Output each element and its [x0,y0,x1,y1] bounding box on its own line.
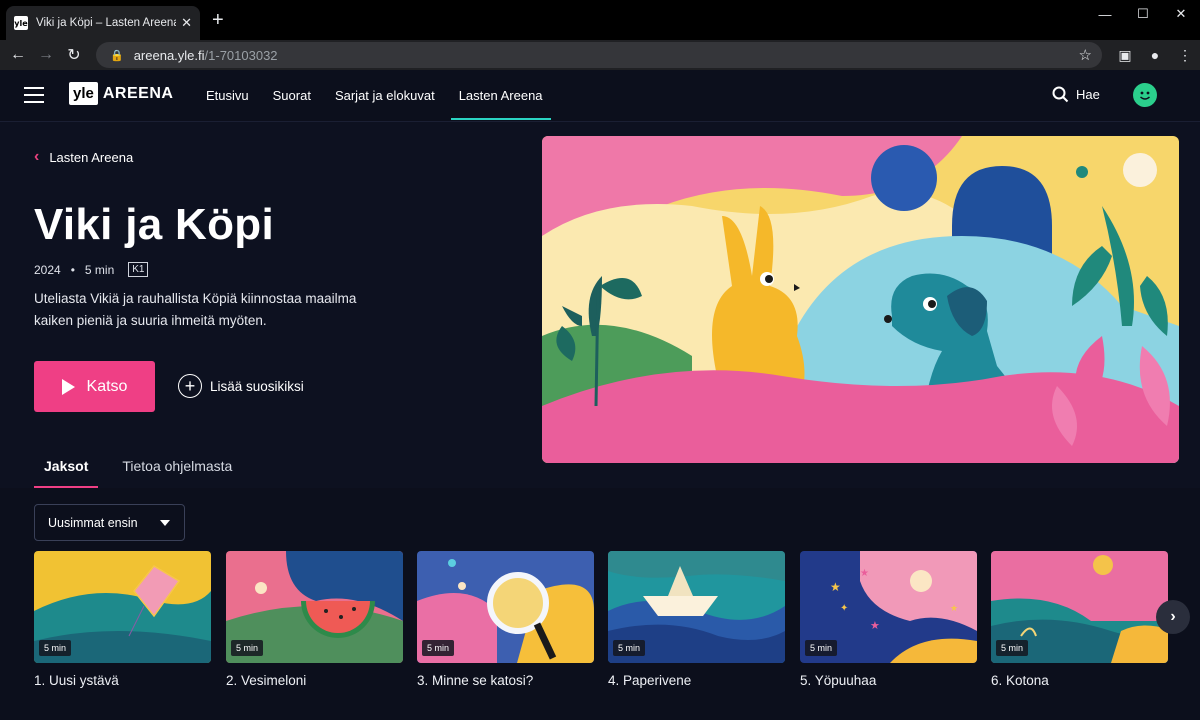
close-window-icon[interactable]: ✕ [1162,0,1200,28]
episode-title: 2. Vesimeloni [226,673,307,688]
browser-tab-bar: yle Viki ja Köpi – Lasten Areena – Yle ✕… [0,0,1200,40]
duration-badge: 5 min [422,640,455,656]
chevron-right-icon: › [1170,608,1176,625]
age-rating-badge: K1 [128,262,149,277]
main-nav: Etusivu Suorat Sarjat ja elokuvat Lasten… [206,70,567,122]
yle-favicon-icon: yle [14,16,28,30]
episode-thumbnail: 5 min [991,551,1168,663]
episode-card-4[interactable]: 5 min 4. Paperivene [608,551,785,688]
duration-badge: 5 min [805,640,838,656]
url-host: areena.yle.fi [133,47,205,63]
episode-card-3[interactable]: 5 min 3. Minne se katosi? [417,551,594,688]
svg-text:★: ★ [870,619,880,632]
nav-lasten-areena[interactable]: Lasten Areena [450,70,551,122]
episode-thumbnail: 5 min [226,551,403,663]
side-panel-icon[interactable]: ▣ [1110,47,1140,64]
duration-badge: 5 min [613,640,646,656]
search-icon [1052,86,1069,103]
add-favorite-button[interactable]: + Lisää suosikiksi [178,374,304,398]
series-description: Uteliasta Vikiä ja rauhallista Köpiä kii… [34,291,357,328]
duration-badge: 5 min [39,640,72,656]
nav-sarjat-ja-elokuvat[interactable]: Sarjat ja elokuvat [335,70,435,122]
search-button[interactable]: Hae [1052,86,1100,103]
meta-separator: • [70,262,75,277]
reload-icon[interactable]: ↻ [60,45,88,65]
sort-selected-value: Uusimmat ensin [48,515,138,530]
play-icon [61,378,75,395]
chevron-left-icon: ‹ [34,148,40,165]
svg-text:✦: ✦ [840,603,848,614]
episode-title: 1. Uusi ystävä [34,673,119,688]
svg-text:★: ★ [950,604,958,614]
series-title: Viki ja Köpi [34,200,274,249]
caret-down-icon [160,520,170,526]
forward-arrow-icon[interactable]: → [32,46,60,64]
plus-circle-icon: + [178,374,202,398]
nav-suorat[interactable]: Suorat [273,70,311,122]
minimize-icon[interactable]: — [1086,0,1124,28]
series-meta: 2024 • 5 min K1 [34,262,149,277]
address-bar[interactable]: 🔒 areena.yle.fi /1-70103032 ☆ [96,42,1102,68]
svg-text:★: ★ [830,580,841,594]
site-header: yle AREENA Etusivu Suorat Sarjat ja elok… [0,70,1200,122]
series-key-art [542,136,1179,463]
tab-jaksot[interactable]: Jaksot [34,458,99,488]
url-path: /1-70103032 [204,47,278,63]
close-tab-icon[interactable]: ✕ [181,15,192,31]
back-link-label: Lasten Areena [49,149,134,165]
episode-title: 6. Kotona [991,673,1049,688]
yle-areena-logo[interactable]: yle AREENA [69,82,173,105]
carousel-next-button[interactable]: › [1156,600,1190,634]
episode-thumbnail: 5 min [608,551,785,663]
back-link[interactable]: ‹ Lasten Areena [34,148,133,166]
series-tabs: Jaksot Tietoa ohjelmasta [34,458,256,488]
search-label: Hae [1076,87,1100,102]
browser-tab-title: Viki ja Köpi – Lasten Areena – Yle [36,17,176,29]
episode-title: 5. Yöpuuhaa [800,673,877,688]
episode-card-1[interactable]: 5 min 1. Uusi ystävä [34,551,211,688]
series-hero: ‹ Lasten Areena Viki ja Köpi 2024 • 5 mi… [0,122,1200,488]
episode-card-2[interactable]: 5 min 2. Vesimeloni [226,551,403,688]
profile-icon[interactable]: ● [1140,47,1170,63]
duration-badge: 5 min [996,640,1029,656]
series-year: 2024 [34,262,61,277]
svg-text:★: ★ [860,568,869,579]
episode-thumbnail: ★ ★ ★ ★ ✦ 5 min [800,551,977,663]
lock-icon: 🔒 [110,49,124,62]
series-duration: 5 min [84,262,115,277]
logo-areena: AREENA [102,84,174,102]
episode-title: 3. Minne se katosi? [417,673,534,688]
play-button[interactable]: Katso [34,361,155,412]
menu-kebab-icon[interactable]: ⋮ [1170,47,1200,64]
maximize-icon[interactable]: ☐ [1124,0,1162,28]
browser-right-icons: ▣ ● ⋮ [1110,40,1200,70]
episode-card-5[interactable]: ★ ★ ★ ★ ✦ 5 min 5. Yöpuuhaa [800,551,977,688]
add-favorite-label: Lisää suosikiksi [210,378,304,394]
episode-thumbnail: 5 min [417,551,594,663]
episode-card-6[interactable]: 5 min 6. Kotona [991,551,1168,688]
browser-tab[interactable]: yle Viki ja Köpi – Lasten Areena – Yle ✕ [6,6,200,40]
bookmark-star-icon[interactable]: ☆ [1079,46,1092,64]
sort-dropdown[interactable]: Uusimmat ensin [34,504,185,541]
episode-title: 4. Paperivene [608,673,692,688]
play-label: Katso [86,377,128,395]
back-arrow-icon[interactable]: ← [4,46,32,64]
new-tab-icon[interactable]: + [212,9,224,32]
tab-tietoa-ohjelmasta[interactable]: Tietoa ohjelmasta [122,458,232,488]
nav-etusivu[interactable]: Etusivu [206,70,249,122]
episode-thumbnail: 5 min [34,551,211,663]
duration-badge: 5 min [231,640,264,656]
logo-yle: yle [69,82,98,105]
user-avatar-icon[interactable] [1133,83,1157,107]
hamburger-menu-icon[interactable] [24,87,44,103]
window-controls: — ☐ ✕ [1086,0,1200,28]
browser-toolbar: ← → ↻ 🔒 areena.yle.fi /1-70103032 ☆ ▣ ● … [0,40,1200,70]
